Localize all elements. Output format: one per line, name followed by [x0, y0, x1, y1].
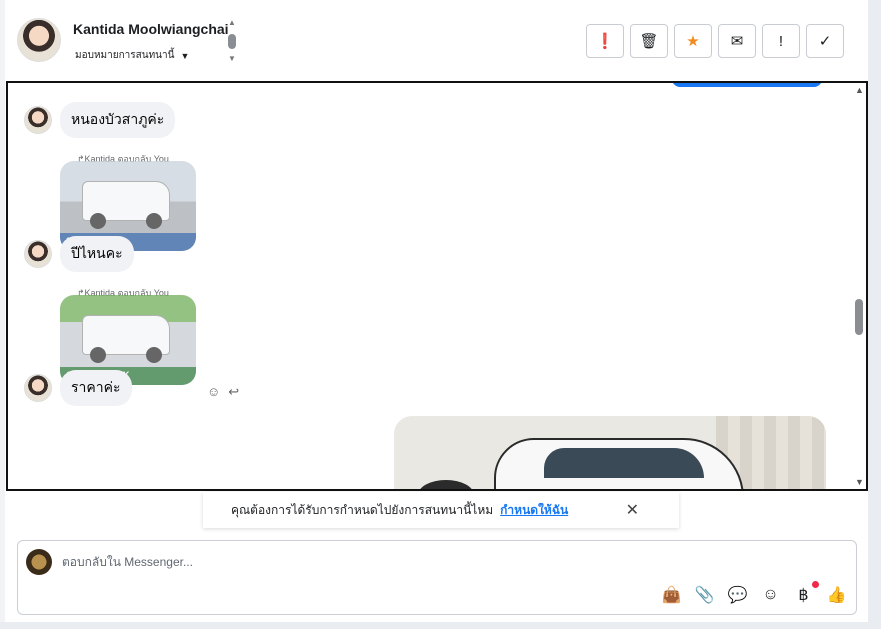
notification-dot [812, 581, 819, 588]
reply-arrow-icon[interactable]: ↩ [228, 384, 239, 400]
contact-name[interactable]: Kantida Moolwiangchai [73, 21, 229, 37]
message-actions: ☺ ↩ [207, 384, 239, 400]
contact-avatar[interactable] [17, 18, 61, 62]
conversation-header: Kantida Moolwiangchai มอบหมายการสนทนานี้… [5, 0, 868, 82]
saved-replies-icon[interactable]: 💬 [728, 585, 748, 604]
star-icon: ★ [686, 33, 700, 50]
scroll-down-icon[interactable]: ▼ [855, 477, 864, 487]
header-actions: ❗ 🗑 ★ ✉ ! ✓ [586, 24, 844, 58]
scroll-down-icon[interactable]: ▼ [228, 54, 236, 63]
right-gutter [868, 0, 881, 629]
sender-avatar[interactable] [24, 106, 52, 134]
wheel-shape [90, 213, 106, 229]
spam-button[interactable]: ! [762, 24, 800, 58]
assign-label: มอบหมายการสนทนานี้ [75, 50, 175, 61]
wheel-shape [146, 347, 162, 363]
wheel-shape [146, 213, 162, 229]
assign-dropdown[interactable]: มอบหมายการสนทนานี้ ▼ [75, 48, 189, 63]
tire-shape [418, 480, 474, 489]
star-button[interactable]: ★ [674, 24, 712, 58]
assign-to-me-link[interactable]: กำหนดให้ฉัน [500, 501, 568, 520]
sender-avatar[interactable] [24, 374, 52, 402]
exclamation-circle-icon: ❗ [595, 33, 615, 50]
check-icon: ✓ [818, 33, 832, 50]
outgoing-photo[interactable] [394, 416, 826, 489]
sender-avatar[interactable] [24, 240, 52, 268]
envelope-icon: ✉ [730, 33, 744, 50]
reply-input[interactable] [62, 555, 662, 569]
scroll-up-icon[interactable]: ▲ [855, 85, 864, 95]
notice-text: คุณต้องการได้รับการกำหนดไปยังการสนทนานี้… [231, 502, 494, 517]
message-bubble[interactable]: หนองบัวสาภูค่ะ [60, 102, 176, 138]
page-avatar [26, 549, 52, 575]
scroll-thumb[interactable] [228, 34, 236, 49]
outgoing-bubble-partial [672, 83, 822, 87]
caret-down-icon: ▼ [180, 50, 190, 61]
message-thread[interactable]: หนองบัวสาภูค่ะ ↱Kantida ตอบกลับ You 0. 1… [6, 81, 868, 491]
exclamation-icon: ! [778, 32, 784, 50]
header-scroller[interactable]: ▲ ▼ [226, 18, 238, 66]
wheel-shape [90, 347, 106, 363]
thread-scrollbar[interactable]: ▲ ▼ [852, 83, 866, 489]
message-composer: 👜 📎 💬 ☺ ฿ 👍 [17, 540, 857, 615]
message-bubble[interactable]: ปีไหนคะ [60, 236, 134, 272]
mark-unread-button[interactable]: ✉ [718, 24, 756, 58]
thumbs-up-icon[interactable]: 👍 [827, 585, 847, 604]
truck-window-shape [544, 448, 704, 478]
report-button[interactable]: ❗ [586, 24, 624, 58]
emoji-icon[interactable]: ☺ [761, 585, 780, 604]
delete-button[interactable]: 🗑 [630, 24, 668, 58]
assignment-notice: คุณต้องการได้รับการกำหนดไปยังการสนทนานี้… [203, 492, 679, 528]
emoji-react-icon[interactable]: ☺ [207, 384, 220, 400]
message-bubble[interactable]: ราคาค่ะ [60, 370, 132, 406]
shopping-bag-icon[interactable]: 👜 [662, 585, 682, 604]
scroll-thumb[interactable] [855, 299, 863, 335]
close-icon[interactable]: ✕ [626, 500, 639, 520]
scroll-up-icon[interactable]: ▲ [228, 18, 236, 27]
paperclip-icon[interactable]: 📎 [695, 585, 715, 604]
left-rail [0, 0, 5, 629]
bottom-strip [0, 622, 881, 629]
baht-payment-icon[interactable]: ฿ [794, 581, 819, 604]
composer-tools: 👜 📎 💬 ☺ ฿ 👍 [662, 581, 847, 604]
trash-icon: 🗑 [639, 33, 659, 50]
done-button[interactable]: ✓ [806, 24, 844, 58]
